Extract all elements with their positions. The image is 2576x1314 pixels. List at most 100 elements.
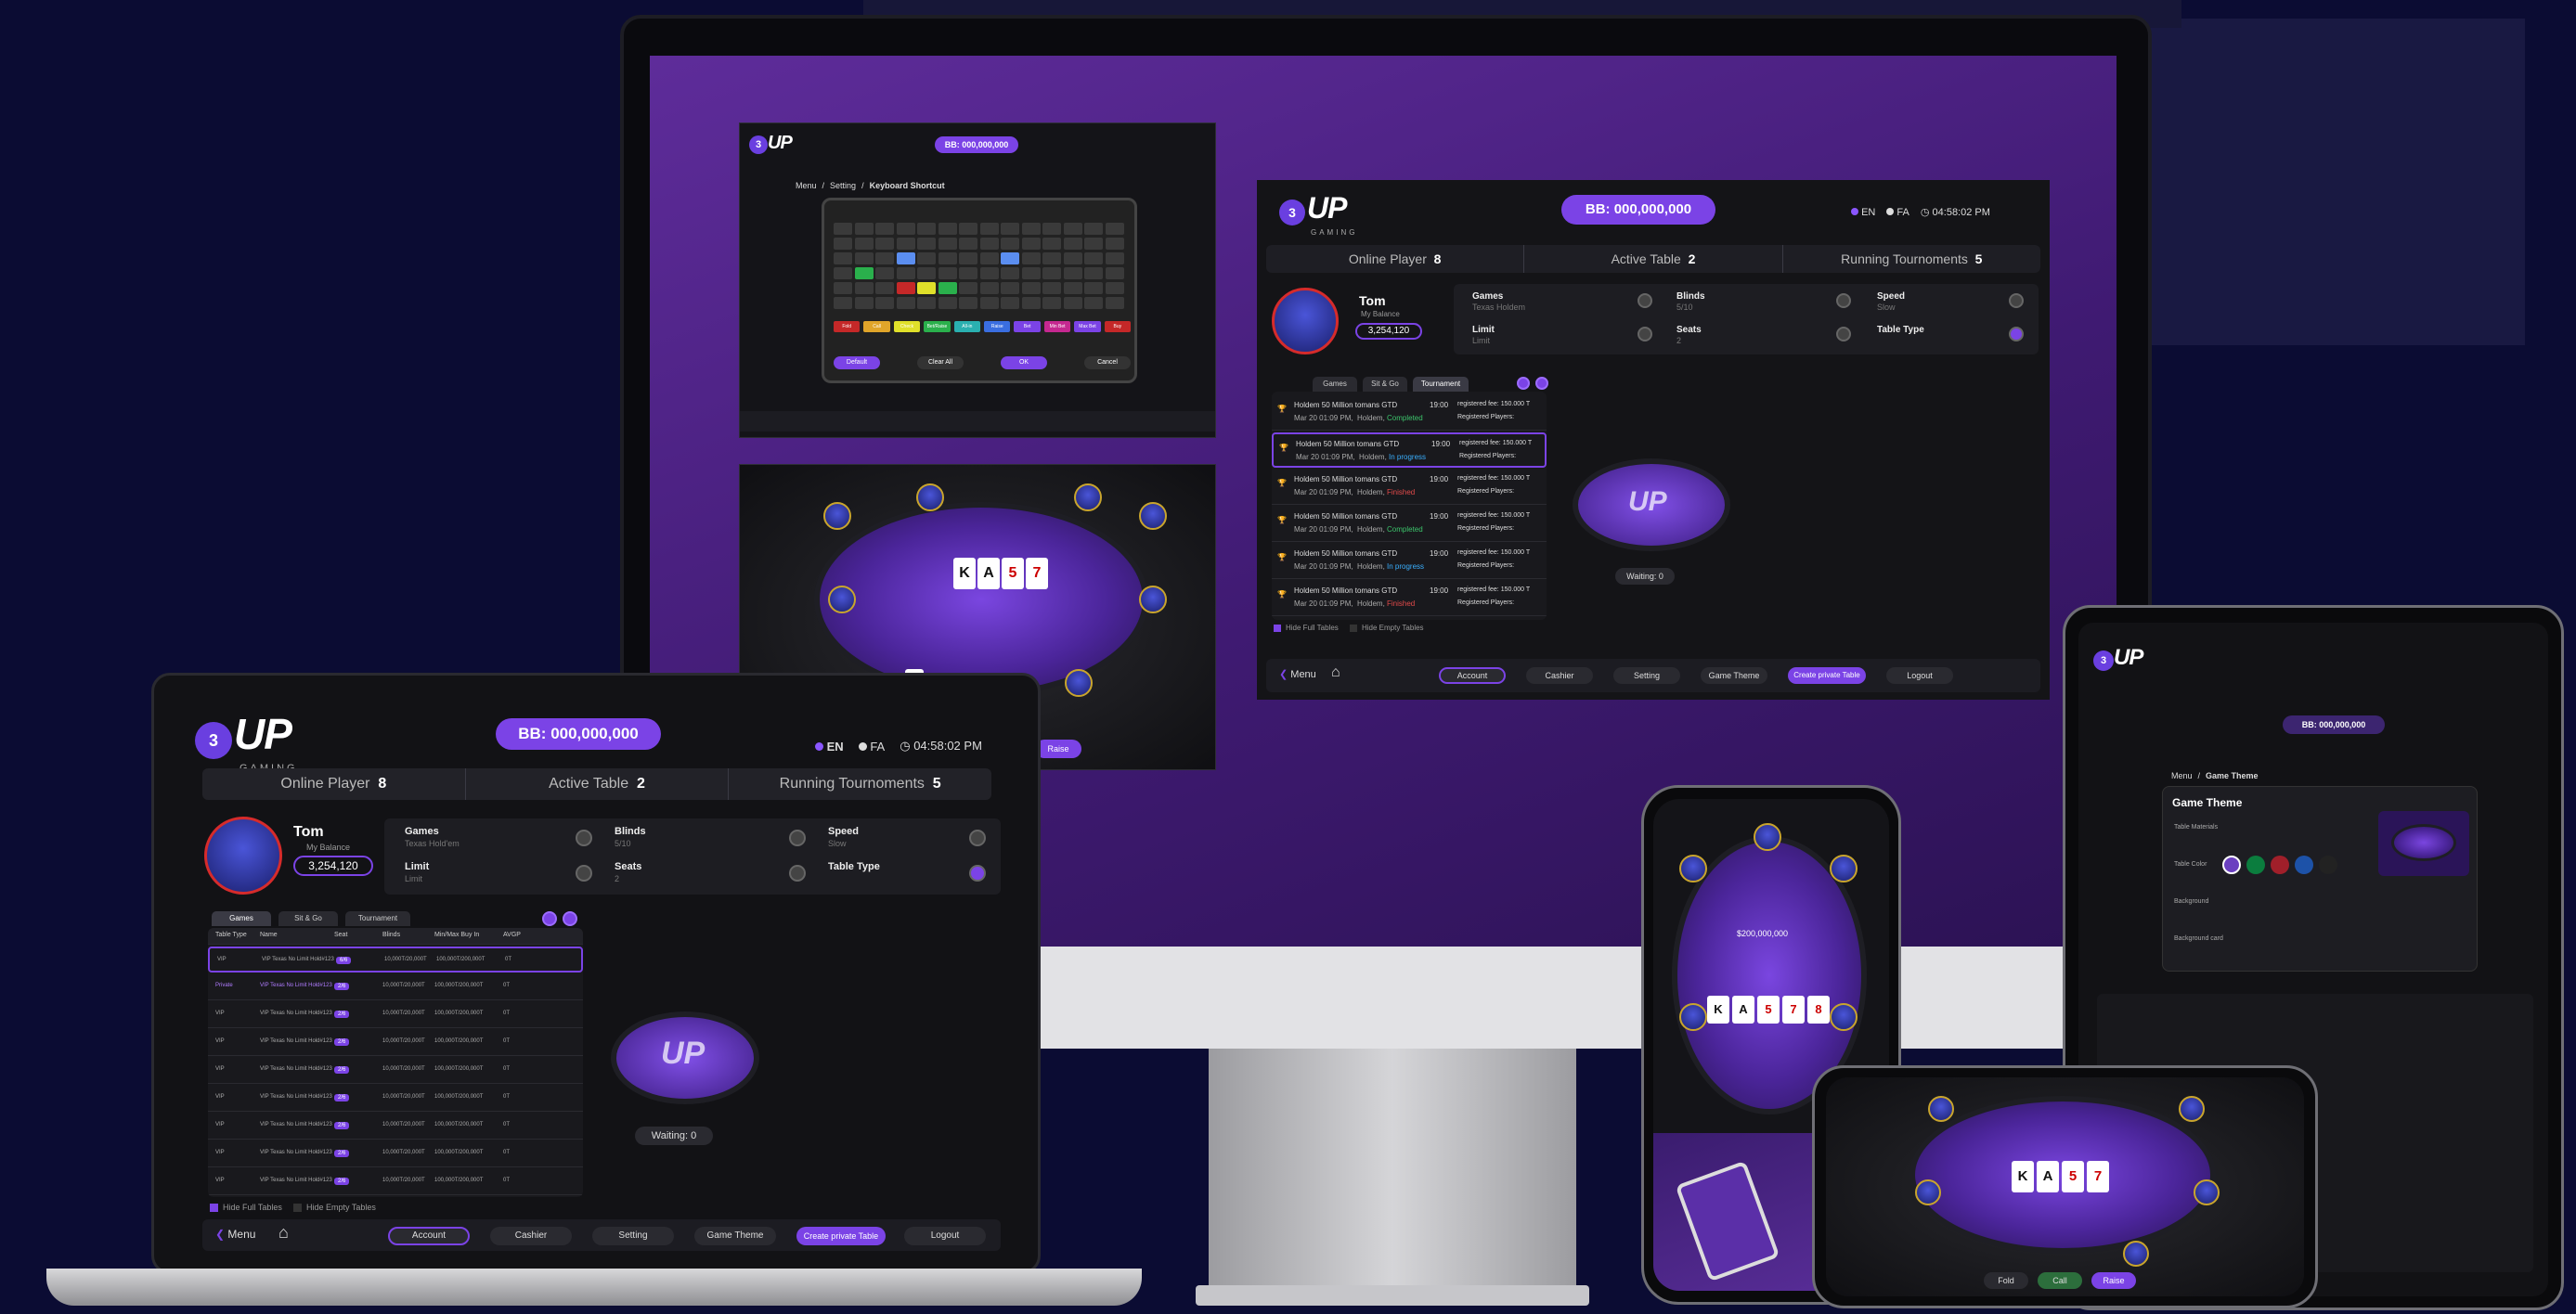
keyboard-key[interactable] bbox=[1021, 282, 1041, 294]
account-button[interactable]: Account bbox=[388, 1227, 470, 1245]
shortcut-action[interactable]: Bet bbox=[1014, 321, 1041, 332]
table-type-icon[interactable] bbox=[2009, 327, 2024, 341]
lang-en-option[interactable]: EN bbox=[815, 740, 844, 754]
keyboard-key[interactable] bbox=[1105, 267, 1124, 279]
keyboard-key[interactable] bbox=[1105, 223, 1124, 235]
player-seat[interactable] bbox=[1915, 1179, 1941, 1205]
keyboard-key[interactable] bbox=[1084, 238, 1103, 250]
player-seat[interactable] bbox=[1139, 586, 1167, 613]
swatch-green[interactable] bbox=[2246, 856, 2265, 874]
keyboard-key[interactable] bbox=[875, 282, 894, 294]
fold-button[interactable]: Fold bbox=[1984, 1272, 2028, 1289]
filter-icon[interactable] bbox=[542, 911, 557, 926]
keyboard-key[interactable] bbox=[1105, 297, 1124, 309]
tab-sit-go[interactable]: Sit & Go bbox=[1363, 377, 1407, 392]
player-seat[interactable] bbox=[1754, 823, 1781, 851]
swatch-purple[interactable] bbox=[2222, 856, 2241, 874]
keyboard-key[interactable] bbox=[1042, 238, 1061, 250]
player-seat[interactable] bbox=[1679, 1003, 1707, 1031]
lang-fa-option[interactable]: FA bbox=[1886, 207, 1909, 218]
table-row[interactable]: VIP VIP Texas No Limit Hold#123 2/6 10,000T… bbox=[208, 1058, 583, 1084]
keyboard-key[interactable] bbox=[959, 282, 977, 294]
shortcut-action[interactable]: Raise bbox=[984, 321, 1011, 332]
table-row[interactable]: VIP VIP Texas No Limit Hold#123 2/6 10,000T… bbox=[208, 1141, 583, 1167]
keyboard-key[interactable] bbox=[1084, 223, 1103, 235]
keyboard-key[interactable] bbox=[834, 267, 852, 279]
keyboard-key[interactable] bbox=[959, 223, 977, 235]
games-select-icon[interactable] bbox=[1638, 293, 1652, 308]
keyboard-key[interactable] bbox=[959, 297, 977, 309]
keyboard-key[interactable] bbox=[979, 282, 999, 294]
player-seat[interactable] bbox=[1074, 483, 1102, 511]
cashier-button[interactable]: Cashier bbox=[1526, 667, 1593, 684]
keyboard-key[interactable] bbox=[834, 252, 852, 264]
keyboard-key[interactable] bbox=[959, 267, 977, 279]
setting-button[interactable]: Setting bbox=[1613, 667, 1680, 684]
seats-select-icon[interactable] bbox=[789, 865, 806, 882]
table-row[interactable]: Private VIP Texas No Limit Hold#123 2/6 10,… bbox=[208, 974, 583, 1000]
ok-button[interactable]: OK bbox=[1001, 356, 1047, 369]
keyboard-key[interactable] bbox=[1001, 238, 1019, 250]
keyboard-key[interactable] bbox=[1084, 282, 1103, 294]
keyboard-key[interactable] bbox=[979, 297, 999, 309]
keyboard-key[interactable] bbox=[834, 297, 852, 309]
keyboard-key[interactable] bbox=[917, 282, 936, 294]
player-seat[interactable] bbox=[1830, 1003, 1858, 1031]
keyboard-key[interactable] bbox=[1042, 282, 1061, 294]
game-theme-button[interactable]: Game Theme bbox=[694, 1227, 776, 1245]
keyboard-key[interactable] bbox=[1001, 297, 1019, 309]
create-private-table-button[interactable]: Create private Table bbox=[1788, 667, 1866, 684]
limit-select-icon[interactable] bbox=[1638, 327, 1652, 341]
keyboard-key[interactable] bbox=[1042, 223, 1061, 235]
list-item[interactable]: 🏆 Holdem 50 Million tomans GTD 19:00 Mar 20… bbox=[1272, 395, 1547, 431]
keyboard-key[interactable] bbox=[896, 282, 915, 294]
column-header[interactable]: Table Type bbox=[215, 932, 247, 938]
player-seat[interactable] bbox=[2194, 1179, 2220, 1205]
keyboard-key[interactable] bbox=[896, 297, 915, 309]
column-header[interactable]: Blinds bbox=[382, 932, 400, 938]
lang-en-option[interactable]: EN bbox=[1851, 207, 1875, 218]
player-seat[interactable] bbox=[2179, 1096, 2205, 1122]
list-item[interactable]: 🏆 Holdem 50 Million tomans GTD 19:00 Mar 20… bbox=[1272, 544, 1547, 579]
keyboard-key[interactable] bbox=[1105, 282, 1124, 294]
keyboard-key[interactable] bbox=[938, 267, 957, 279]
keyboard-key[interactable] bbox=[1042, 252, 1061, 264]
cashier-button[interactable]: Cashier bbox=[490, 1227, 572, 1245]
keyboard-key[interactable] bbox=[1021, 267, 1041, 279]
keyboard-key[interactable] bbox=[979, 267, 999, 279]
account-button[interactable]: Account bbox=[1439, 667, 1506, 684]
keyboard-key[interactable] bbox=[938, 238, 957, 250]
shortcut-action[interactable]: Bet/Raise bbox=[924, 321, 951, 332]
keyboard-key[interactable] bbox=[938, 297, 957, 309]
keyboard-key[interactable] bbox=[938, 223, 957, 235]
home-icon[interactable]: ⌂ bbox=[1331, 664, 1340, 681]
hide-empty-tables[interactable]: Hide Empty Tables bbox=[1350, 624, 1424, 632]
table-row[interactable]: VIP VIP Texas No Limit Hold#123 2/6 10,000T… bbox=[208, 1169, 583, 1195]
swatch-blue[interactable] bbox=[2295, 856, 2313, 874]
create-private-table-button[interactable]: Create private Table bbox=[796, 1227, 886, 1245]
shortcut-action[interactable]: Call bbox=[863, 321, 890, 332]
keyboard-key[interactable] bbox=[1001, 282, 1019, 294]
avatar[interactable] bbox=[204, 817, 282, 895]
keyboard-key[interactable] bbox=[1063, 282, 1082, 294]
keyboard-key[interactable] bbox=[875, 297, 894, 309]
keyboard-key[interactable] bbox=[854, 252, 874, 264]
keyboard-key[interactable] bbox=[834, 282, 852, 294]
table-row[interactable]: VIP VIP Texas No Limit Hold#123 2/6 10,000T… bbox=[208, 1114, 583, 1140]
call-button[interactable]: Call bbox=[2038, 1272, 2082, 1289]
keyboard-key[interactable] bbox=[1001, 267, 1019, 279]
keyboard-key[interactable] bbox=[1021, 252, 1041, 264]
column-header[interactable]: Name bbox=[260, 932, 278, 938]
keyboard-key[interactable] bbox=[938, 282, 957, 294]
keyboard-key[interactable] bbox=[959, 238, 977, 250]
home-icon[interactable]: ⌂ bbox=[278, 1223, 289, 1243]
hide-full-tables[interactable]: Hide Full Tables bbox=[1274, 624, 1339, 632]
keyboard-key[interactable] bbox=[875, 267, 894, 279]
table-type-icon[interactable] bbox=[969, 865, 986, 882]
speed-select-icon[interactable] bbox=[969, 830, 986, 846]
blinds-select-icon[interactable] bbox=[789, 830, 806, 846]
keyboard-key[interactable] bbox=[1001, 223, 1019, 235]
keyboard-key[interactable] bbox=[917, 297, 936, 309]
tab-sit-go[interactable]: Sit & Go bbox=[278, 911, 338, 926]
keyboard-key[interactable] bbox=[1105, 238, 1124, 250]
